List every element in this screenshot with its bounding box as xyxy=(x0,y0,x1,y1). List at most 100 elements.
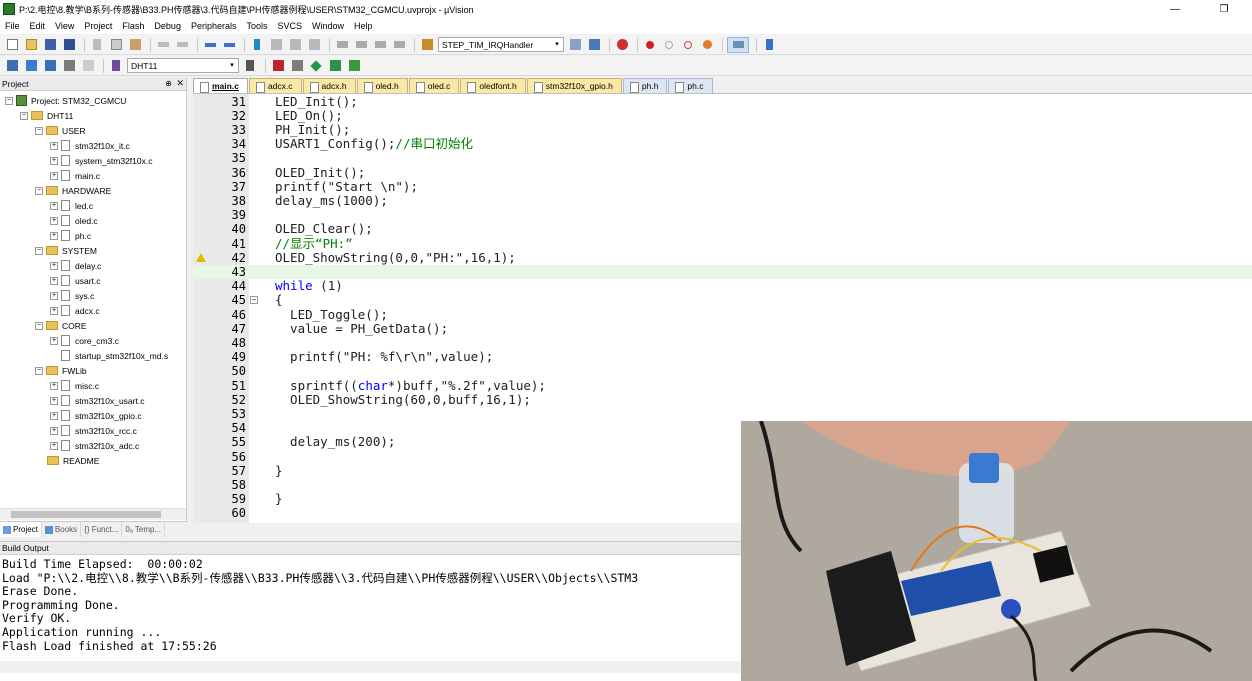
rebuild-button[interactable] xyxy=(42,58,58,74)
unindent-button[interactable] xyxy=(353,37,369,53)
incremental-find-button[interactable] xyxy=(586,37,602,53)
menu-help[interactable]: Help xyxy=(349,21,378,31)
expand-icon[interactable]: + xyxy=(50,276,58,285)
minimize-button[interactable]: — xyxy=(1160,0,1190,18)
expand-icon[interactable]: + xyxy=(50,336,58,345)
tab-templates[interactable]: 0ₐ Temp... xyxy=(122,522,166,537)
tree-file[interactable]: + core_cm3.c xyxy=(50,333,119,348)
code-line[interactable]: 50 xyxy=(193,364,1252,378)
navigate-forward-button[interactable] xyxy=(221,37,237,53)
code-line[interactable]: 44 while (1) xyxy=(193,278,1252,293)
menu-flash[interactable]: Flash xyxy=(117,21,149,31)
tab-stm32f10x-gpio-h[interactable]: stm32f10x_gpio.h xyxy=(526,78,622,93)
file-extensions-button[interactable] xyxy=(270,58,286,74)
code-line[interactable]: 35 xyxy=(193,151,1252,165)
scrollbar-thumb[interactable] xyxy=(11,511,161,518)
restore-button[interactable]: ❐ xyxy=(1209,0,1239,18)
code-line[interactable]: 52 OLED_ShowString(60,0,buff,16,1); xyxy=(193,392,1252,407)
menu-view[interactable]: View xyxy=(50,21,79,31)
menu-edit[interactable]: Edit xyxy=(25,21,51,31)
code-line[interactable]: 33 PH_Init(); xyxy=(193,122,1252,137)
pack-installer-button[interactable] xyxy=(308,58,324,74)
tab-oled-h[interactable]: oled.h xyxy=(356,78,408,93)
manage-components-button[interactable] xyxy=(289,58,305,74)
paste-button[interactable] xyxy=(127,37,143,53)
start-debug-button[interactable] xyxy=(614,37,630,53)
collapse-icon[interactable]: − xyxy=(20,111,28,120)
kill-all-breakpoints-button[interactable] xyxy=(699,37,715,53)
tree-file[interactable]: + usart.c xyxy=(50,273,101,288)
undo-button[interactable] xyxy=(155,37,171,53)
new-file-button[interactable] xyxy=(4,37,20,53)
expand-icon[interactable]: + xyxy=(50,381,58,390)
tree-file[interactable]: + delay.c xyxy=(50,258,101,273)
close-icon[interactable]: ✕ xyxy=(176,78,184,89)
tree-file[interactable]: + stm32f10x_it.c xyxy=(50,138,130,153)
function-combo[interactable]: STEP_TIM_IRQHandler ▾ xyxy=(438,37,564,52)
menu-file[interactable]: File xyxy=(0,21,25,31)
collapse-icon[interactable]: − xyxy=(35,321,43,330)
download-button[interactable] xyxy=(61,58,77,74)
stop-build-button[interactable] xyxy=(80,58,96,74)
tab-oledfont-h[interactable]: oledfont.h xyxy=(460,78,526,93)
tab-ph-c[interactable]: ph.c xyxy=(668,78,713,93)
tab-ph-h[interactable]: ph.h xyxy=(622,78,668,93)
tree-file[interactable]: + sys.c xyxy=(50,288,94,303)
configure-button[interactable] xyxy=(761,37,777,53)
tab-adcx-h[interactable]: adcx.h xyxy=(302,78,356,93)
tree-file[interactable]: + stm32f10x_adc.c xyxy=(50,438,139,453)
code-line[interactable]: 40 OLED_Clear(); xyxy=(193,222,1252,237)
tree-file[interactable]: + adcx.c xyxy=(50,303,100,318)
tree-file[interactable]: + ph.c xyxy=(50,228,91,243)
next-bookmark-button[interactable] xyxy=(287,37,303,53)
expand-icon[interactable]: + xyxy=(50,411,58,420)
save-button[interactable] xyxy=(42,37,58,53)
tree-group-fwlib[interactable]: − FWLib xyxy=(35,363,87,378)
code-line[interactable]: 51 sprintf((char*)buff,"%.2f",value); xyxy=(193,378,1252,393)
code-line[interactable]: 37 printf("Start \n"); xyxy=(193,179,1252,194)
expand-icon[interactable]: + xyxy=(50,396,58,405)
expand-icon[interactable]: + xyxy=(50,261,58,270)
tree-group-system[interactable]: − SYSTEM xyxy=(35,243,97,258)
expand-icon[interactable]: + xyxy=(50,141,58,150)
expand-icon[interactable]: + xyxy=(50,306,58,315)
code-line[interactable]: 42 OLED_ShowString(0,0,"PH:",16,1); xyxy=(193,250,1252,265)
pin-icon[interactable]: ⊕ xyxy=(165,79,172,88)
collapse-icon[interactable]: − xyxy=(35,186,43,195)
breakpoint-button[interactable] xyxy=(642,37,658,53)
expand-icon[interactable]: + xyxy=(50,441,58,450)
prev-bookmark-button[interactable] xyxy=(268,37,284,53)
copy-button[interactable] xyxy=(108,37,124,53)
tree-group-user[interactable]: − USER xyxy=(35,123,86,138)
tree-file[interactable]: + system_stm32f10x.c xyxy=(50,153,152,168)
code-line[interactable]: 31 LED_Init(); xyxy=(193,94,1252,109)
disable-all-breakpoints-button[interactable] xyxy=(680,37,696,53)
run-time-environment-button[interactable] xyxy=(346,58,362,74)
code-line[interactable]: 48 xyxy=(193,336,1252,350)
expand-icon[interactable]: + xyxy=(50,231,58,240)
menu-debug[interactable]: Debug xyxy=(149,21,186,31)
menu-project[interactable]: Project xyxy=(79,21,117,31)
tree-file[interactable]: + stm32f10x_gpio.c xyxy=(50,408,142,423)
collapse-icon[interactable]: − xyxy=(35,246,43,255)
fold-collapse-icon[interactable]: − xyxy=(250,296,258,305)
collapse-icon[interactable]: − xyxy=(35,126,43,135)
menu-peripherals[interactable]: Peripherals xyxy=(186,21,242,31)
expand-icon[interactable]: + xyxy=(50,156,58,165)
menu-window[interactable]: Window xyxy=(307,21,349,31)
tree-file[interactable]: startup_stm32f10x_md.s xyxy=(61,348,168,363)
code-line[interactable]: 47 value = PH_GetData(); xyxy=(193,321,1252,336)
tree-group-readme[interactable]: README xyxy=(47,453,99,468)
tab-books[interactable]: Books xyxy=(42,522,82,537)
tab-main-c[interactable]: main.c xyxy=(193,78,248,93)
disable-breakpoint-button[interactable] xyxy=(661,37,677,53)
open-file-button[interactable] xyxy=(23,37,39,53)
find-button[interactable] xyxy=(567,37,583,53)
collapse-icon[interactable]: − xyxy=(5,96,13,105)
tree-group-core[interactable]: − CORE xyxy=(35,318,87,333)
translate-button[interactable] xyxy=(4,58,20,74)
expand-icon[interactable]: + xyxy=(50,201,58,210)
bookmark-button[interactable] xyxy=(249,37,265,53)
window-layout-button[interactable] xyxy=(727,36,749,53)
tree-file[interactable]: + misc.c xyxy=(50,378,99,393)
